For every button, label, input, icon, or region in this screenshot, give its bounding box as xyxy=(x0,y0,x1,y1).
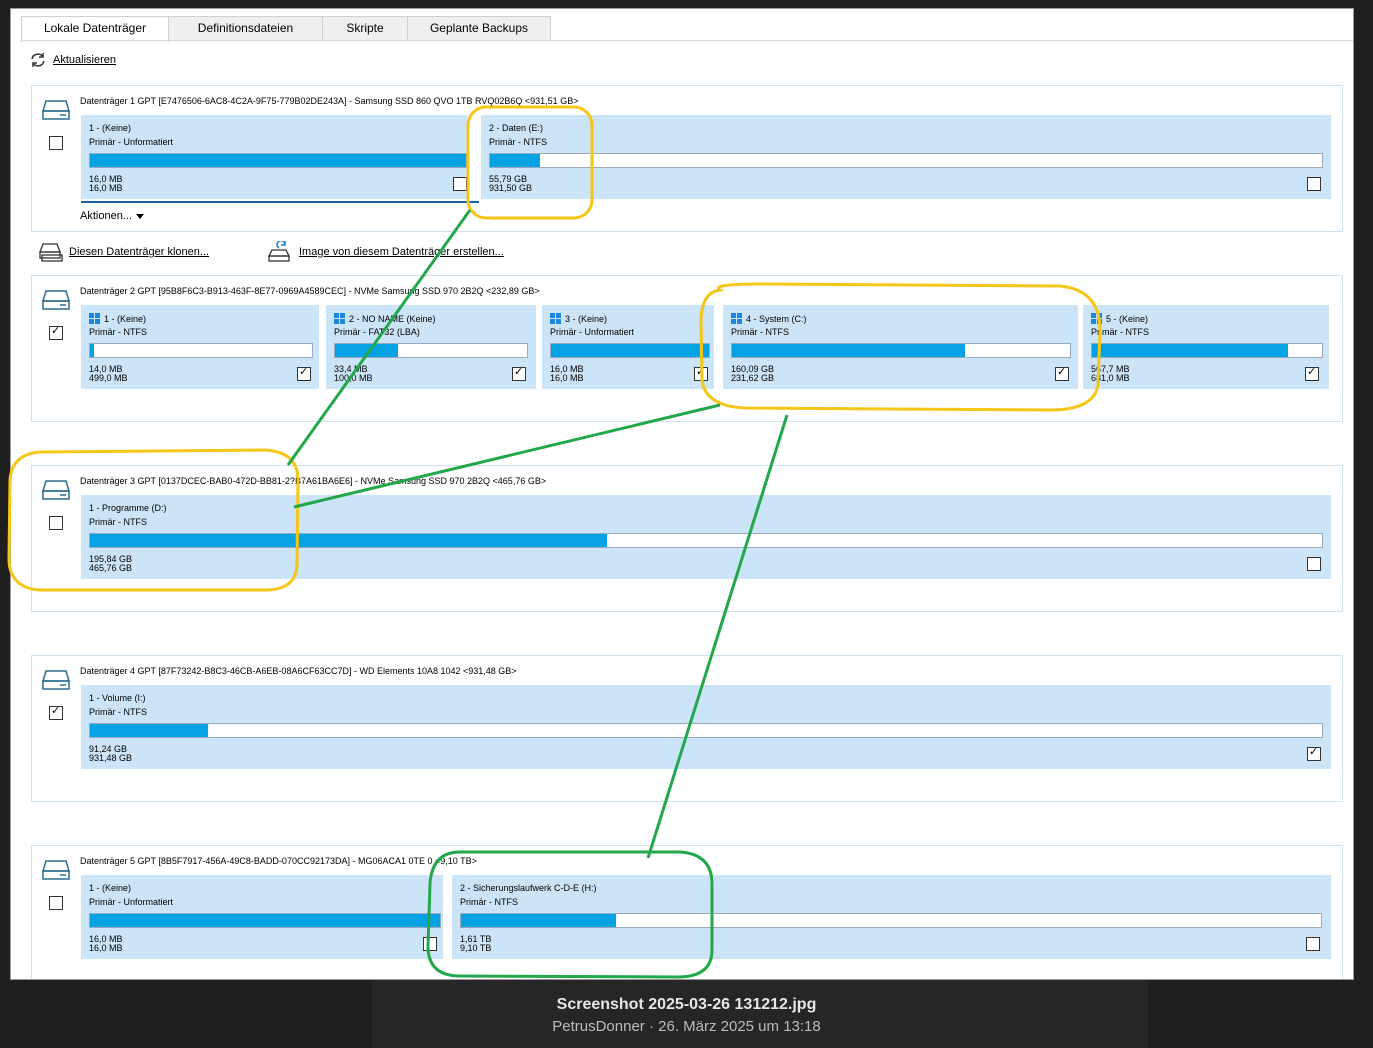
annotation-overlay xyxy=(7,105,1102,979)
highlight-programme-d xyxy=(7,448,300,592)
highlight-sicherungslaufwerk-h xyxy=(426,850,714,979)
caption-title: Screenshot 2025-03-26 131212.jpg xyxy=(556,996,817,1013)
connector-line xyxy=(286,209,472,466)
caption-subtitle: PetrusDonner · 26. März 2025 um 13:18 xyxy=(552,1018,821,1035)
highlight-daten-e xyxy=(466,105,594,220)
highlight-system-c xyxy=(699,282,1102,412)
connector-line xyxy=(293,403,721,509)
connector-line xyxy=(646,414,789,859)
